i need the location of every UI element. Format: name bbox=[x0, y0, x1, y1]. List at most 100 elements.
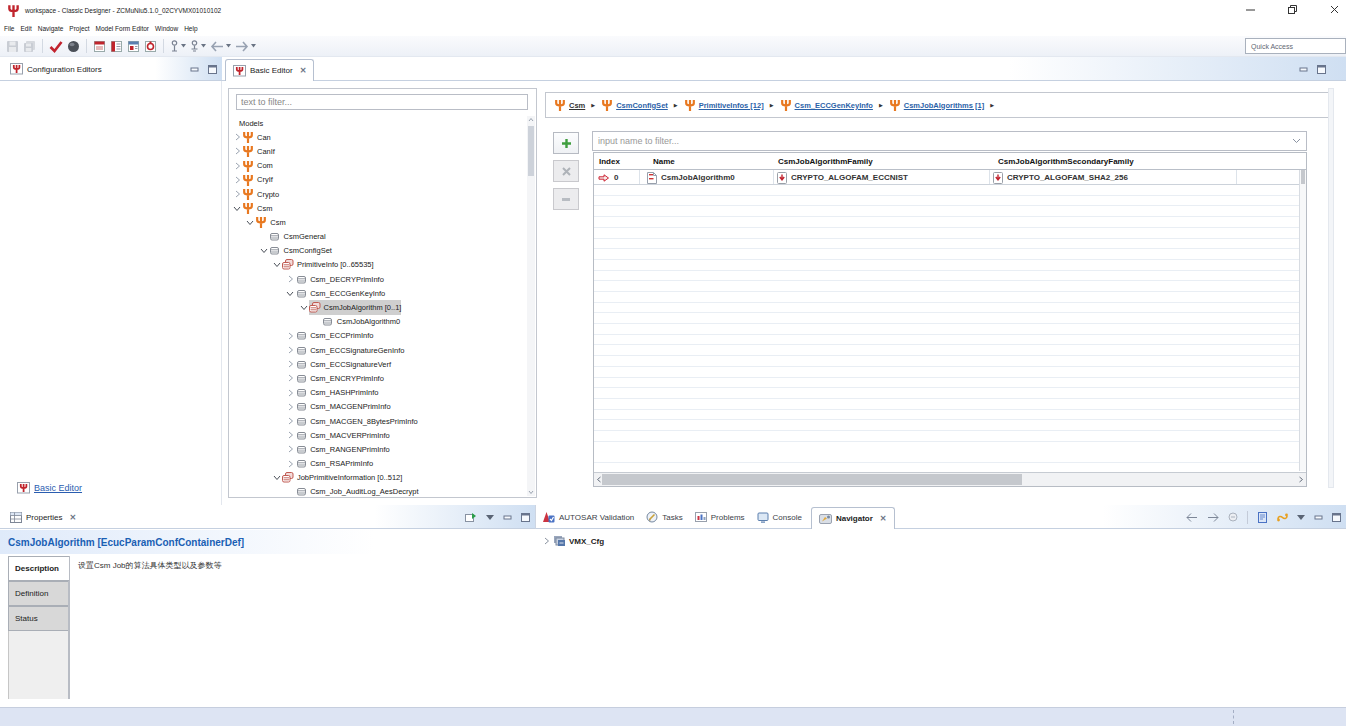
maximize-console-icon[interactable] bbox=[1332, 513, 1341, 522]
tab-navigator[interactable]: Navigator✕ bbox=[811, 507, 895, 529]
minimize-console-icon[interactable] bbox=[1314, 513, 1323, 522]
tree-item[interactable]: Csm_ECCPrimInfo bbox=[230, 329, 526, 343]
collapsed-chevron-icon[interactable] bbox=[232, 147, 242, 155]
column-header-name[interactable]: Name bbox=[653, 153, 675, 170]
collapsed-chevron-icon[interactable] bbox=[285, 445, 295, 453]
collapsed-chevron-icon[interactable] bbox=[285, 431, 295, 439]
minimize-window-button[interactable] bbox=[1244, 3, 1258, 17]
tree-item[interactable]: Csm_ENCRYPrimInfo bbox=[230, 371, 526, 385]
back-history-icon[interactable] bbox=[1186, 513, 1198, 522]
tree-item[interactable]: Csm_ECCGenKeyInfo bbox=[230, 286, 526, 300]
breadcrumb-item[interactable]: Csm bbox=[554, 99, 585, 111]
connector-1-button[interactable] bbox=[168, 37, 188, 55]
collapsed-chevron-icon[interactable] bbox=[285, 332, 295, 340]
tab-properties[interactable]: Properties ✕ bbox=[3, 506, 83, 528]
dropdown-arrow-icon[interactable] bbox=[201, 44, 206, 48]
collapsed-chevron-icon[interactable] bbox=[285, 417, 295, 425]
row-index-cell[interactable]: 0 bbox=[598, 170, 618, 185]
breadcrumb-item[interactable]: PrimitiveInfos [12] bbox=[684, 99, 764, 111]
collapsed-chevron-icon[interactable] bbox=[232, 176, 242, 184]
collapsed-chevron-icon[interactable] bbox=[232, 133, 242, 141]
tree-item[interactable]: CsmConfigSet bbox=[230, 244, 526, 258]
expanded-chevron-icon[interactable] bbox=[232, 205, 242, 212]
tab-tasks[interactable]: Tasks bbox=[640, 506, 688, 528]
properties-tab-status[interactable]: Status bbox=[8, 606, 69, 631]
tree-item[interactable]: CryIf bbox=[230, 173, 526, 187]
tree-item[interactable]: CsmJobAlgorithm0 bbox=[230, 315, 526, 329]
sync-icon[interactable] bbox=[1277, 512, 1288, 523]
column-header-csmjobalgorithmfamily[interactable]: CsmJobAlgorithmFamily bbox=[778, 153, 873, 170]
tree-item[interactable]: Csm_RSAPrimInfo bbox=[230, 457, 526, 471]
table-horizontal-scrollbar[interactable] bbox=[594, 472, 1306, 486]
table-row[interactable]: 0CsmJobAlgorithm0CRYPTO_ALGOFAM_ECCNISTC… bbox=[594, 170, 1299, 185]
maximize-view-icon[interactable] bbox=[208, 65, 217, 74]
delete-row-button[interactable] bbox=[553, 160, 579, 182]
collapsed-chevron-icon[interactable] bbox=[285, 460, 295, 468]
editor-doc-4-button[interactable] bbox=[142, 37, 159, 55]
properties-tab-definition[interactable]: Definition bbox=[8, 581, 69, 606]
new-properties-view-icon[interactable] bbox=[465, 512, 477, 523]
forward-history-icon[interactable] bbox=[1207, 513, 1219, 522]
dropdown-arrow-icon[interactable] bbox=[181, 44, 186, 48]
console-view-menu-icon[interactable] bbox=[1297, 515, 1305, 520]
menu-project[interactable]: Project bbox=[66, 24, 92, 33]
basic-editor-link[interactable]: Basic Editor bbox=[34, 483, 82, 493]
close-editor-tab-icon[interactable]: ✕ bbox=[300, 66, 307, 75]
tree-item[interactable]: CsmGeneral bbox=[230, 230, 526, 244]
editor-doc-1-button[interactable] bbox=[91, 37, 108, 55]
maximize-properties-icon[interactable] bbox=[521, 513, 530, 522]
tab-configuration-editors[interactable]: Configuration Editors bbox=[3, 58, 109, 80]
tree-item[interactable]: Csm_ECCSignatureVerf bbox=[230, 357, 526, 371]
collapsed-chevron-icon[interactable] bbox=[232, 162, 242, 170]
column-header-csmjobalgorithmsecondaryfamily[interactable]: CsmJobAlgorithmSecondaryFamily bbox=[998, 153, 1134, 170]
row-family-cell[interactable]: CRYPTO_ALGOFAM_ECCNIST bbox=[777, 170, 908, 185]
table-filter-input[interactable] bbox=[593, 136, 1292, 146]
tree-item[interactable]: Csm_DECRYPrimInfo bbox=[230, 272, 526, 286]
link-with-editor-icon[interactable] bbox=[1257, 512, 1268, 523]
dropdown-arrow-icon[interactable] bbox=[226, 44, 231, 48]
expanded-chevron-icon[interactable] bbox=[299, 304, 309, 311]
expanded-chevron-icon[interactable] bbox=[259, 247, 269, 254]
minimize-properties-icon[interactable] bbox=[503, 513, 512, 522]
menu-edit[interactable]: Edit bbox=[17, 24, 34, 33]
menu-navigate[interactable]: Navigate bbox=[35, 24, 67, 33]
collapsed-chevron-icon[interactable] bbox=[285, 346, 295, 354]
breadcrumb-item[interactable]: CsmConfigSet bbox=[601, 99, 668, 111]
collapsed-chevron-icon[interactable] bbox=[285, 374, 295, 382]
generate-button[interactable] bbox=[65, 37, 82, 55]
collapsed-chevron-icon[interactable] bbox=[285, 403, 295, 411]
close-properties-tab-icon[interactable]: ✕ bbox=[69, 513, 76, 522]
breadcrumb-item[interactable]: Csm_ECCGenKeyInfo bbox=[780, 99, 873, 111]
tree-item[interactable]: Crypto bbox=[230, 187, 526, 201]
column-header-index[interactable]: Index bbox=[599, 153, 620, 170]
menu-window[interactable]: Window bbox=[152, 24, 181, 33]
menu-help[interactable]: Help bbox=[181, 24, 200, 33]
tree-item[interactable]: Csm bbox=[230, 201, 526, 215]
tree-item[interactable]: Can bbox=[230, 130, 526, 144]
tab-basic-editor[interactable]: Basic Editor ✕ bbox=[225, 59, 314, 81]
menu-model-form-editor[interactable]: Model Form Editor bbox=[93, 24, 152, 33]
edit-row-button[interactable] bbox=[553, 188, 579, 210]
tree-item[interactable]: Csm_MACVERPrimInfo bbox=[230, 428, 526, 442]
quick-access-box[interactable]: Quick Access bbox=[1245, 38, 1346, 54]
editor-doc-3-button[interactable] bbox=[125, 37, 142, 55]
forward-button[interactable] bbox=[233, 37, 258, 55]
maximize-editor-icon[interactable] bbox=[1317, 65, 1326, 74]
tree-item[interactable]: Csm_RANGENPrimInfo bbox=[230, 442, 526, 456]
tree-item[interactable]: Csm_MACGEN_8BytesPrimInfo bbox=[230, 414, 526, 428]
expanded-chevron-icon[interactable] bbox=[245, 219, 255, 226]
collapse-all-icon[interactable] bbox=[1228, 512, 1238, 522]
collapsed-chevron-icon[interactable] bbox=[285, 389, 295, 397]
save-button[interactable] bbox=[4, 37, 21, 55]
filter-dropdown-icon[interactable] bbox=[1292, 138, 1301, 144]
dropdown-arrow-icon[interactable] bbox=[251, 44, 256, 48]
collapsed-chevron-icon[interactable] bbox=[285, 360, 295, 368]
validate-button[interactable] bbox=[47, 37, 65, 55]
expanded-chevron-icon[interactable] bbox=[272, 261, 282, 268]
menu-file[interactable]: File bbox=[1, 24, 17, 33]
row-secondary-family-cell[interactable]: CRYPTO_ALGOFAM_SHA2_256 bbox=[993, 170, 1128, 185]
tree-filter-input[interactable] bbox=[236, 94, 528, 110]
collapsed-chevron-icon[interactable] bbox=[285, 275, 295, 283]
close-window-button[interactable] bbox=[1328, 3, 1342, 17]
tree-item[interactable]: JobPrimitiveInformation [0..512] bbox=[230, 471, 526, 485]
